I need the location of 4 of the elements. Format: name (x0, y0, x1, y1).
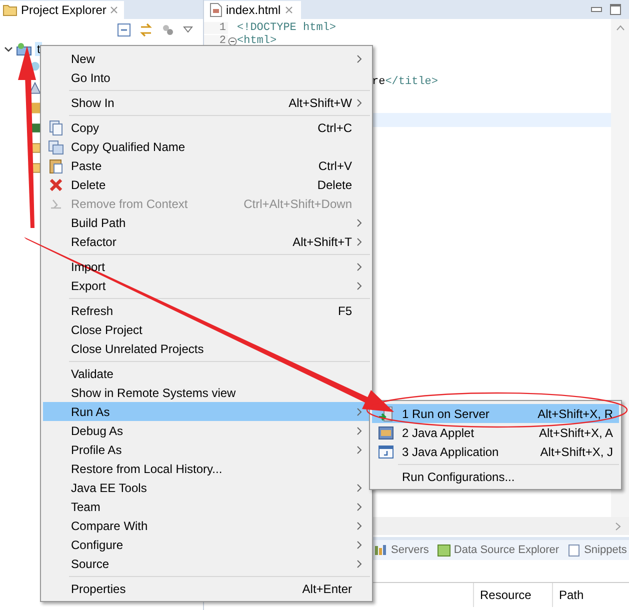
code-line: <html> (237, 35, 277, 48)
code-line: re</title> (372, 76, 438, 88)
code-line: <!DOCTYPE html> (237, 22, 336, 34)
line-number: 1 (204, 22, 228, 34)
